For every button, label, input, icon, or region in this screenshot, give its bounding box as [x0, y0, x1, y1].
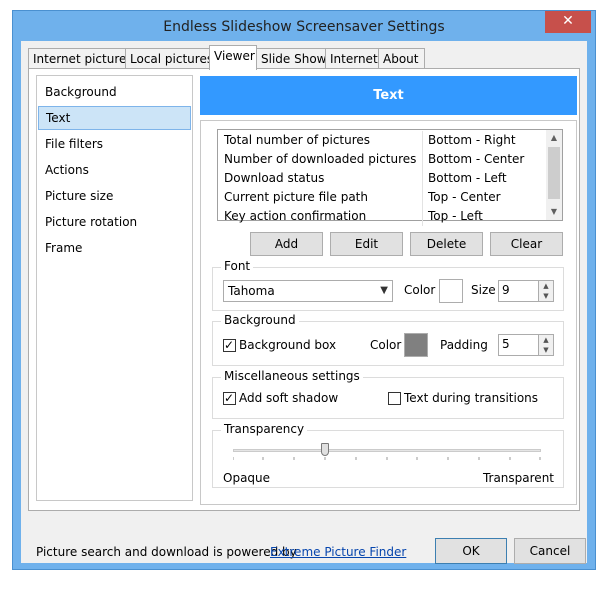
text-item-position: Bottom - Center [422, 150, 548, 169]
category-item-actions[interactable]: Actions [38, 158, 191, 182]
chevron-down-icon: ▼ [380, 285, 388, 296]
table-row[interactable]: Total number of pictures Bottom - Right [218, 131, 547, 150]
spin-up-icon[interactable]: ▲ [539, 281, 553, 291]
tab-local-pictures[interactable]: Local pictures [125, 48, 213, 69]
delete-button[interactable]: Delete [410, 232, 483, 256]
text-settings-frame: Total number of pictures Bottom - Right … [200, 120, 577, 505]
spin-down-icon[interactable]: ▼ [539, 345, 553, 355]
close-icon: ✕ [562, 13, 574, 29]
font-color-label: Color [404, 283, 436, 297]
text-during-transitions-label: Text during transitions [404, 391, 539, 405]
opaque-label: Opaque [223, 471, 271, 485]
slider-ticks [233, 457, 541, 460]
background-group: Background ✓ Background box Color Paddin… [212, 313, 564, 366]
transparency-group: Transparency Opaque Transparent [212, 422, 564, 488]
text-item-position: Top - Center [422, 188, 548, 207]
tab-slide-show[interactable]: Slide Show [256, 48, 326, 69]
ok-button[interactable]: OK [435, 538, 507, 564]
text-item-name: Total number of pictures [224, 133, 371, 147]
tab-viewer[interactable]: Viewer [209, 45, 257, 70]
category-item-background[interactable]: Background [38, 80, 191, 104]
transparency-slider-thumb[interactable] [321, 443, 330, 456]
spin-down-icon[interactable]: ▼ [539, 291, 553, 301]
font-group-label: Font [221, 259, 254, 273]
text-items-grid: Total number of pictures Bottom - Right … [217, 129, 563, 226]
section-header: Text [200, 76, 577, 115]
font-family-select[interactable]: Tahoma ▼ [223, 280, 393, 302]
spin-up-icon[interactable]: ▲ [539, 335, 553, 345]
grid-scrollbar[interactable]: ▲ ▼ [546, 130, 562, 220]
dialog-client: Internet pictures Local pictures Viewer … [21, 41, 587, 564]
background-box-checkbox[interactable]: ✓ [223, 338, 236, 352]
font-family-value: Tahoma [228, 284, 275, 298]
category-item-frame[interactable]: Frame [38, 236, 191, 260]
text-item-name: Download status [224, 171, 325, 185]
category-item-picture-rotation[interactable]: Picture rotation [38, 210, 191, 234]
tab-internet-pictures[interactable]: Internet pictures [28, 48, 133, 69]
tab-about[interactable]: About [378, 48, 425, 69]
font-color-swatch[interactable] [439, 279, 463, 303]
checkmark-icon: ✓ [224, 338, 235, 352]
text-item-name: Current picture file path [224, 190, 368, 204]
scroll-up-icon[interactable]: ▲ [546, 130, 562, 146]
close-button[interactable]: ✕ [545, 11, 591, 33]
text-item-position: Top - Left [422, 207, 548, 226]
misc-settings-group: Miscellaneous settings ✓ Add soft shadow… [212, 369, 564, 419]
table-row[interactable]: Key action confirmation Top - Left [218, 207, 547, 226]
scroll-thumb[interactable] [548, 147, 560, 199]
text-item-name: Key action confirmation [224, 209, 367, 223]
font-group: Font Tahoma ▼ Color Size 9 ▲ ▼ [212, 259, 564, 311]
add-button[interactable]: Add [250, 232, 323, 256]
settings-window: Endless Slideshow Screensaver Settings ✕… [12, 10, 596, 570]
tab-internet[interactable]: Internet [325, 48, 379, 69]
table-row[interactable]: Download status Bottom - Left [218, 169, 547, 188]
padding-label: Padding [440, 338, 488, 352]
padding-value: 5 [502, 337, 510, 351]
text-item-position: Bottom - Right [422, 131, 548, 150]
font-size-value: 9 [502, 283, 510, 297]
transparent-label: Transparent [482, 471, 554, 485]
title-bar[interactable]: Endless Slideshow Screensaver Settings ✕ [13, 11, 595, 41]
background-color-label: Color [370, 338, 402, 352]
misc-settings-group-label: Miscellaneous settings [221, 369, 363, 383]
font-size-stepper[interactable]: 9 ▲ ▼ [498, 280, 554, 302]
clear-button[interactable]: Clear [490, 232, 563, 256]
footer-text: Picture search and download is powered b… [36, 545, 297, 559]
category-item-picture-size[interactable]: Picture size [38, 184, 191, 208]
category-list: Background Text File filters Actions Pic… [36, 75, 193, 501]
text-item-name: Number of downloaded pictures [224, 152, 417, 166]
background-box-label: Background box [239, 338, 337, 352]
window-title: Endless Slideshow Screensaver Settings [163, 19, 445, 35]
viewer-panel: Background Text File filters Actions Pic… [28, 68, 580, 511]
background-group-label: Background [221, 313, 299, 327]
text-item-position: Bottom - Left [422, 169, 548, 188]
category-item-text[interactable]: Text [38, 106, 191, 130]
background-color-swatch[interactable] [404, 333, 428, 357]
table-row[interactable]: Current picture file path Top - Center [218, 188, 547, 207]
category-item-file-filters[interactable]: File filters [38, 132, 191, 156]
transparency-group-label: Transparency [221, 422, 308, 436]
edit-button[interactable]: Edit [330, 232, 403, 256]
text-during-transitions-checkbox[interactable] [388, 392, 401, 405]
cancel-button[interactable]: Cancel [514, 538, 586, 564]
table-row[interactable]: Number of downloaded pictures Bottom - C… [218, 150, 547, 169]
transparency-slider-track[interactable] [233, 449, 541, 452]
extreme-picture-finder-link[interactable]: Extreme Picture Finder [270, 545, 406, 559]
checkmark-icon: ✓ [224, 391, 235, 405]
soft-shadow-label: Add soft shadow [239, 391, 339, 405]
scroll-down-icon[interactable]: ▼ [546, 204, 562, 220]
soft-shadow-checkbox[interactable]: ✓ [223, 391, 236, 405]
font-size-label: Size [471, 283, 496, 297]
padding-stepper[interactable]: 5 ▲ ▼ [498, 334, 554, 356]
